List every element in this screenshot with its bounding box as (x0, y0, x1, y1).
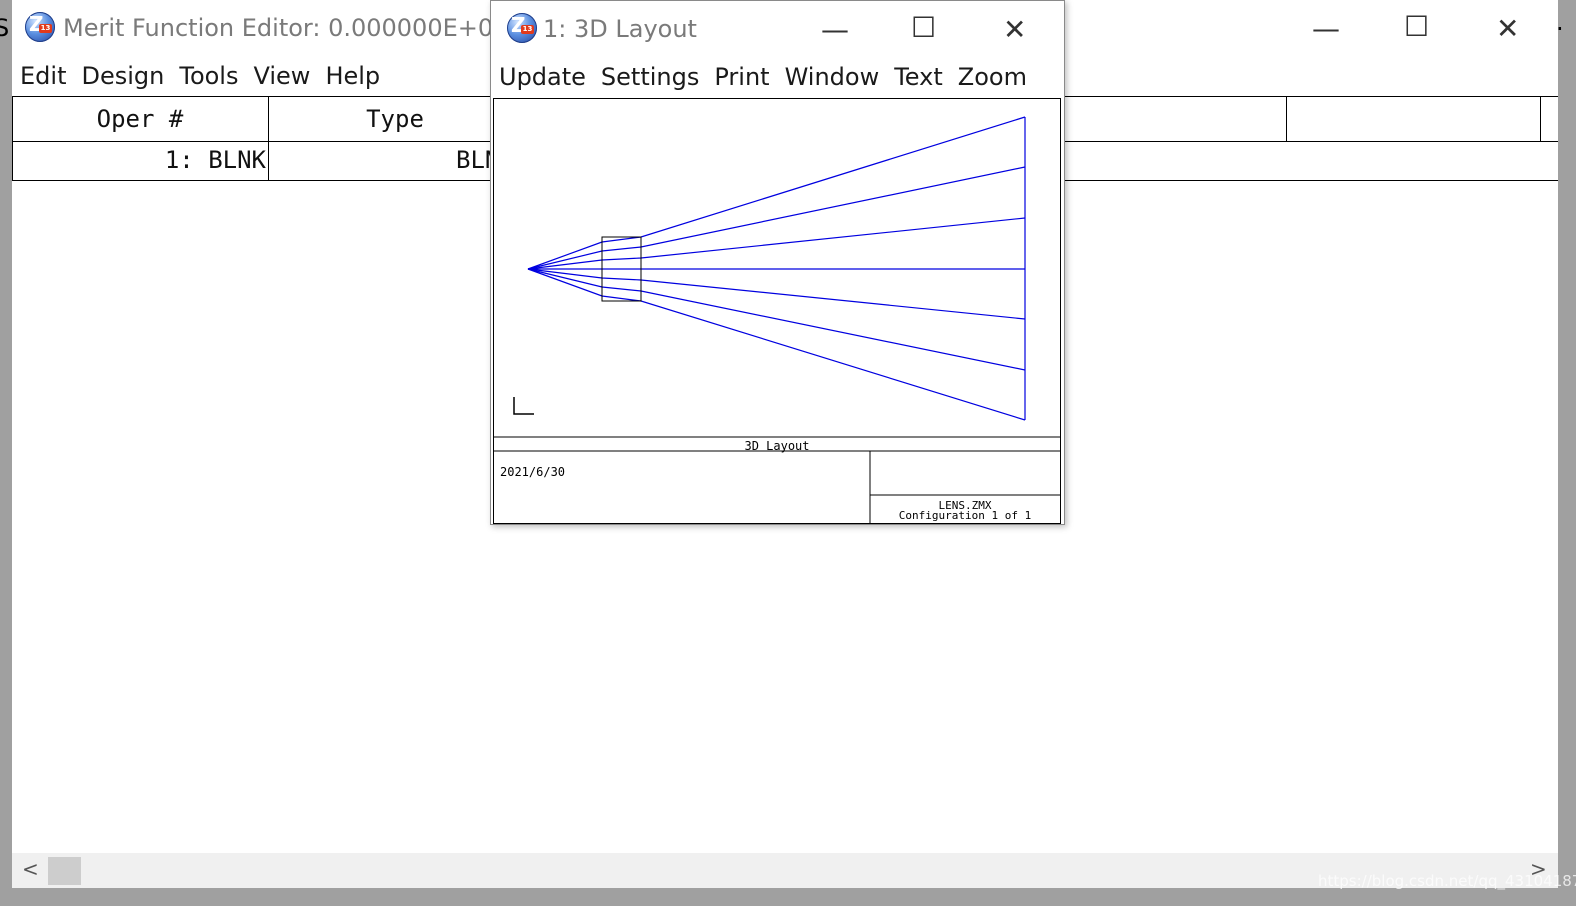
maximize-button[interactable]: ☐ (1404, 10, 1429, 43)
editor-title: Merit Function Editor: 0.000000E+000 (63, 14, 524, 42)
layout-minimize-button[interactable]: — (821, 13, 849, 46)
menu-zoom[interactable]: Zoom (958, 63, 1027, 91)
plot-caption: 3D Layout (744, 439, 810, 453)
layout-maximize-button[interactable]: ☐ (911, 11, 936, 44)
menu-help[interactable]: Help (325, 62, 380, 90)
menu-window[interactable]: Window (785, 63, 880, 91)
background-title-fragment: S (0, 14, 10, 42)
ray-6 (527, 268, 1026, 371)
layout-title: 1: 3D Layout (543, 15, 697, 43)
plot-date: 2021/6/30 (500, 465, 566, 479)
menu-settings[interactable]: Settings (601, 63, 699, 91)
menu-edit[interactable]: Edit (20, 62, 66, 90)
zemax-app-icon: Z 13 (25, 12, 55, 42)
menu-update[interactable]: Update (499, 63, 586, 91)
watermark: https://blog.csdn.net/qq_43104187 (1318, 872, 1576, 890)
layout-menubar: Update Settings Print Window Text Zoom (499, 63, 1027, 91)
cell-oper[interactable]: 1: BLNK (12, 140, 266, 180)
menu-view[interactable]: View (253, 62, 310, 90)
ray-2 (527, 166, 1026, 270)
menu-design[interactable]: Design (81, 62, 164, 90)
column-header-oper[interactable]: Oper # (12, 97, 268, 141)
menu-tools[interactable]: Tools (179, 62, 238, 90)
ray-3 (527, 217, 1026, 270)
plot-configuration: Configuration 1 of 1 (898, 509, 1032, 522)
editor-menubar: Edit Design Tools View Help (20, 62, 380, 90)
minimize-button[interactable]: — (1312, 12, 1340, 45)
layout-drawing (494, 116, 1060, 523)
menu-print[interactable]: Print (714, 63, 769, 91)
close-button[interactable]: ✕ (1496, 12, 1519, 45)
zemax-app-icon: Z 13 (507, 13, 537, 43)
axis-indicator-icon (513, 397, 534, 415)
layout-close-button[interactable]: ✕ (1003, 13, 1026, 46)
ray-fan (527, 116, 1026, 421)
ray-5 (527, 268, 1026, 320)
scroll-left-arrow-icon[interactable]: < (22, 857, 39, 881)
layout-plot-area[interactable]: 3D Layout 2021/6/30 LENS.ZMX Configurati… (493, 98, 1061, 524)
ray-1 (527, 116, 1026, 270)
scrollbar-thumb[interactable] (48, 857, 81, 885)
menu-text[interactable]: Text (894, 63, 943, 91)
column-header-type[interactable]: Type (268, 97, 522, 141)
ray-7 (527, 268, 1026, 421)
layout-window: Z 13 1: 3D Layout — ☐ ✕ Update Settings P… (490, 0, 1065, 525)
